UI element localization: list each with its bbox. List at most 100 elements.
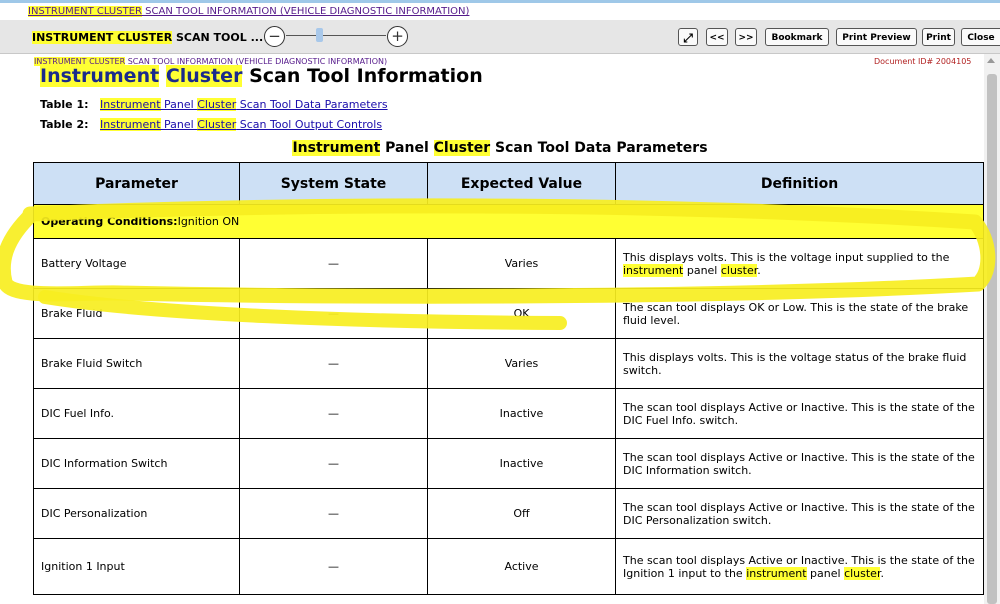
- system-state-cell: —: [239, 438, 428, 489]
- print-preview-button[interactable]: Print Preview: [836, 28, 917, 46]
- system-state-cell: —: [239, 488, 428, 539]
- definition-highlight: instrument: [623, 263, 684, 277]
- zoom-out-button[interactable]: −: [264, 26, 285, 47]
- toc-link-word: Instrument: [100, 98, 161, 111]
- title-word-instrument: Instrument: [40, 65, 160, 87]
- definition-text: The scan tool displays OK or Low. This i…: [623, 300, 969, 327]
- print-button[interactable]: Print: [922, 28, 955, 46]
- toolbar-title: INSTRUMENT CLUSTER SCAN TOOL ...: [32, 31, 263, 44]
- toc-item-table-1: Table 1: Instrument Panel Cluster Scan T…: [40, 98, 388, 111]
- table-caption: Instrument Panel Cluster Scan Tool Data …: [0, 140, 1000, 156]
- parameter-cell: Battery Voltage: [33, 238, 240, 289]
- close-button[interactable]: Close: [961, 28, 1000, 46]
- table-row: DIC Information Switch — Inactive The scan …: [33, 438, 984, 489]
- toc-label: Table 1:: [40, 98, 89, 111]
- definition-cell: The scan tool displays Active or Inactiv…: [615, 488, 984, 539]
- system-state-cell: —: [239, 238, 428, 289]
- document-id: Document ID# 2004105: [874, 57, 972, 66]
- vertical-scrollbar[interactable]: [984, 54, 1000, 604]
- expand-button[interactable]: ⤢: [678, 28, 698, 46]
- toc-link-table-1[interactable]: Instrument Panel Cluster Scan Tool Data …: [100, 98, 388, 111]
- previous-button[interactable]: <<: [706, 28, 728, 46]
- operating-conditions-row: Operating Conditions:Ignition ON: [33, 204, 984, 239]
- table-body: Operating Conditions:Ignition ON Battery…: [33, 204, 984, 595]
- toc-link-word: Cluster: [197, 118, 237, 131]
- next-button[interactable]: >>: [735, 28, 757, 46]
- table-row: DIC Personalization — Off The scan tool dis…: [33, 488, 984, 539]
- column-header-expected-value: Expected Value: [427, 162, 616, 205]
- toolbar-title-rest: SCAN TOOL ...: [172, 31, 264, 44]
- table-row: DIC Fuel Info. — Inactive The scan tool dis…: [33, 388, 984, 439]
- table-header-row: Parameter System State Expected Value De…: [33, 162, 984, 205]
- definition-text: The scan tool displays Active or Inactiv…: [623, 400, 975, 427]
- definition-text: .: [880, 566, 884, 580]
- definition-text: .: [757, 263, 761, 277]
- system-state-cell: —: [239, 338, 428, 389]
- toc-link-table-2[interactable]: Instrument Panel Cluster Scan Tool Outpu…: [100, 118, 382, 131]
- definition-text: panel: [683, 263, 721, 277]
- definition-cell: The scan tool displays Active or Inactiv…: [615, 438, 984, 489]
- title-word-cluster: Cluster: [165, 65, 243, 87]
- definition-text: This displays volts. This is the voltage…: [623, 350, 967, 377]
- toc-link-word: Scan Tool Output Controls: [236, 118, 383, 131]
- expand-icon: ⤢: [683, 31, 693, 45]
- caption-word-cluster: Cluster: [433, 140, 491, 156]
- toc-link-word: Instrument: [100, 118, 161, 131]
- parameter-cell: Brake Fluid Switch: [33, 338, 240, 389]
- system-state-cell: —: [239, 538, 428, 595]
- top-document-link[interactable]: INSTRUMENT CLUSTER SCAN TOOL INFORMATION…: [28, 6, 469, 17]
- column-header-definition: Definition: [615, 162, 984, 205]
- definition-cell: The scan tool displays OK or Low. This i…: [615, 288, 984, 339]
- parameter-cell: DIC Information Switch: [33, 438, 240, 489]
- parameter-cell: DIC Fuel Info.: [33, 388, 240, 439]
- zoom-slider-thumb[interactable]: [316, 28, 323, 42]
- top-link-text: SCAN TOOL INFORMATION (VEHICLE DIAGNOSTI…: [141, 6, 470, 17]
- caption-word-instrument: Instrument: [292, 140, 381, 156]
- caption-rest: Scan Tool Data Parameters: [490, 140, 708, 156]
- parameter-cell: Ignition 1 Input: [33, 538, 240, 595]
- table-row: Ignition 1 Input — Active The scan tool dis…: [33, 538, 984, 595]
- toc-item-table-2: Table 2: Instrument Panel Cluster Scan T…: [40, 118, 382, 131]
- system-state-cell: —: [239, 288, 428, 339]
- definition-text: The scan tool displays Active or Inactiv…: [623, 450, 975, 477]
- column-header-parameter: Parameter: [33, 162, 240, 205]
- plus-icon: +: [391, 27, 404, 45]
- scrollbar-thumb[interactable]: [987, 74, 997, 604]
- data-parameters-table: Parameter System State Expected Value De…: [33, 162, 984, 595]
- toc-link-word: Scan Tool Data Parameters: [236, 98, 388, 111]
- system-state-cell: —: [239, 388, 428, 439]
- expected-value-cell: Inactive: [427, 388, 616, 439]
- expected-value-cell: OK: [427, 288, 616, 339]
- top-link-highlight: INSTRUMENT CLUSTER: [28, 6, 142, 17]
- bookmark-button[interactable]: Bookmark: [765, 28, 829, 46]
- operating-conditions-value: Ignition ON: [177, 215, 240, 228]
- toc-link-word: Cluster: [197, 98, 237, 111]
- definition-cell: The scan tool displays Active or Inactiv…: [615, 538, 984, 595]
- expected-value-cell: Varies: [427, 338, 616, 389]
- zoom-in-button[interactable]: +: [387, 26, 408, 47]
- title-rest: Scan Tool Information: [242, 65, 483, 87]
- scroll-up-arrow-icon[interactable]: [987, 58, 995, 63]
- definition-text: This displays volts. This is the voltage…: [623, 250, 950, 264]
- zoom-slider-track[interactable]: [286, 35, 386, 36]
- definition-cell: This displays volts. This is the voltage…: [615, 338, 984, 389]
- top-link-bar: INSTRUMENT CLUSTER SCAN TOOL INFORMATION…: [0, 0, 1000, 20]
- page-title: Instrument Cluster Scan Tool Information: [40, 65, 483, 87]
- definition-highlight: cluster: [844, 566, 881, 580]
- toc-link-word: Panel: [160, 98, 198, 111]
- toolbar: INSTRUMENT CLUSTER SCAN TOOL ... − + ⤢ <…: [0, 20, 1000, 54]
- operating-conditions-label: Operating Conditions:: [41, 215, 178, 228]
- definition-cell: This displays volts. This is the voltage…: [615, 238, 984, 289]
- caption-mid: Panel: [380, 140, 434, 156]
- table-row: Brake Fluid — OK The scan tool displays OK …: [33, 288, 984, 339]
- expected-value-cell: Varies: [427, 238, 616, 289]
- definition-text: The scan tool displays Active or Inactiv…: [623, 500, 975, 527]
- column-header-system-state: System State: [239, 162, 428, 205]
- definition-cell: The scan tool displays Active or Inactiv…: [615, 388, 984, 439]
- toc-link-word: Panel: [160, 118, 198, 131]
- parameter-cell: DIC Personalization: [33, 488, 240, 539]
- toolbar-title-highlight: INSTRUMENT CLUSTER: [32, 31, 173, 44]
- expected-value-cell: Inactive: [427, 438, 616, 489]
- definition-highlight: cluster: [720, 263, 758, 277]
- table-row: Battery Voltage — Varies This displays volt…: [33, 238, 984, 289]
